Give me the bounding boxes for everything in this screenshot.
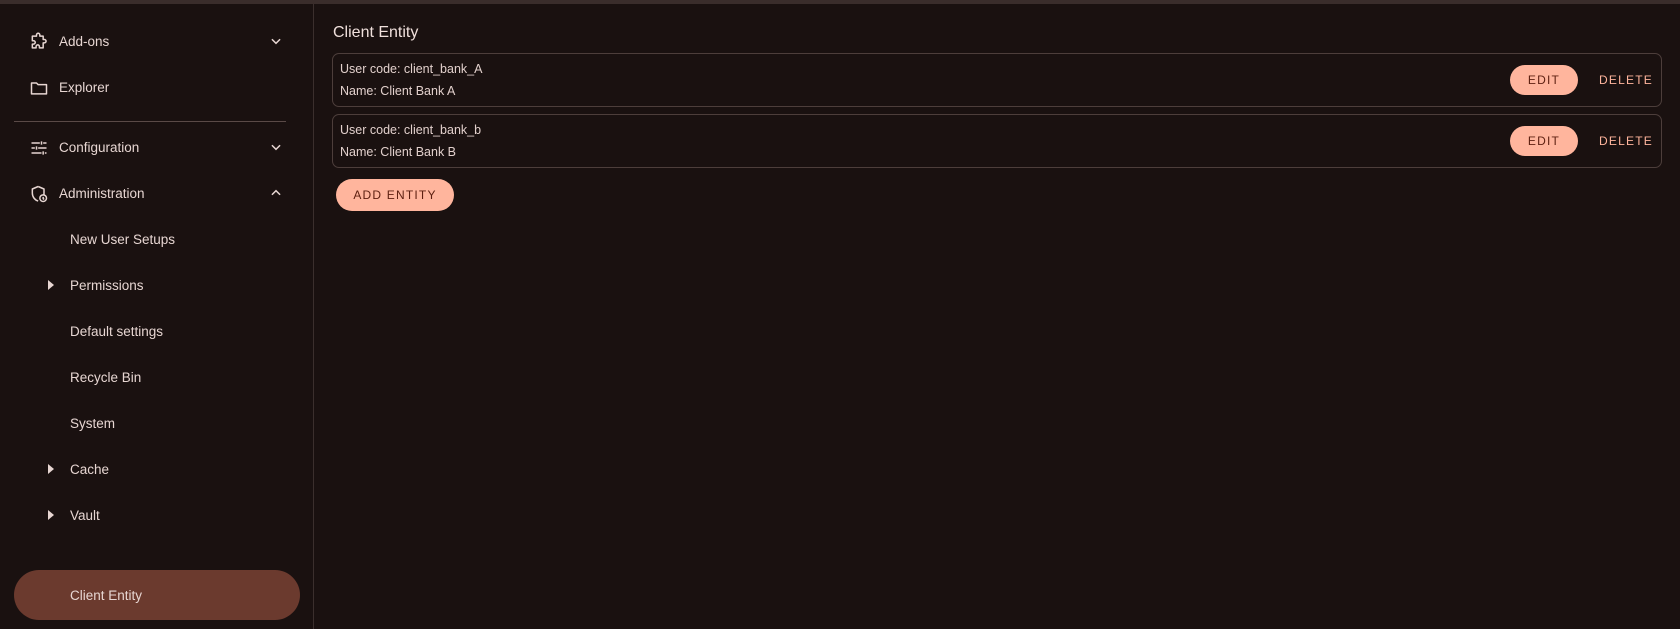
- chevron-up-icon[interactable]: [266, 183, 286, 203]
- page-title: Client Entity: [333, 24, 419, 41]
- delete-button[interactable]: DELETE: [1591, 126, 1661, 156]
- sidebar-item-new-user-setups[interactable]: New User Setups: [14, 216, 300, 262]
- sidebar-item-label: System: [70, 415, 116, 431]
- entity-user-code: User code: client_bank_A: [340, 62, 483, 76]
- sidebar-item-label: Administration: [59, 185, 145, 201]
- sidebar-item-add-ons[interactable]: Add-ons: [14, 18, 300, 64]
- sidebar-item-label: Default settings: [70, 323, 164, 339]
- entity-name: Name: Client Bank A: [340, 84, 456, 98]
- sidebar-item-administration[interactable]: Administration: [14, 170, 300, 216]
- chevron-down-icon[interactable]: [266, 137, 286, 157]
- entity-user-code: User code: client_bank_b: [340, 123, 482, 137]
- sidebar-item-label: Cache: [70, 461, 110, 477]
- caret-right-icon[interactable]: [46, 462, 56, 476]
- sidebar-item-explorer[interactable]: Explorer: [14, 64, 300, 110]
- sidebar-item-default-settings[interactable]: Default settings: [14, 308, 300, 354]
- entity-card: User code: client_bank_A Name: Client Ba…: [332, 53, 1662, 107]
- edit-button[interactable]: EDIT: [1510, 126, 1578, 156]
- sidebar-item-client-entity[interactable]: Client Entity: [14, 570, 300, 620]
- sidebar-item-label: Configuration: [59, 139, 140, 155]
- sidebar-item-system[interactable]: System: [14, 400, 300, 446]
- sidebar-item-label: Add-ons: [59, 33, 110, 49]
- sidebar: Add-ons Explorer Configuration Administr…: [0, 4, 314, 629]
- sidebar-item-label: Permissions: [70, 277, 144, 293]
- caret-right-icon[interactable]: [46, 508, 56, 522]
- sidebar-item-label: New User Setups: [70, 231, 176, 247]
- sidebar-item-recycle-bin[interactable]: Recycle Bin: [14, 354, 300, 400]
- sidebar-divider: [14, 121, 286, 122]
- add-entity-button[interactable]: ADD ENTITY: [336, 179, 454, 211]
- sidebar-item-label: Explorer: [59, 79, 110, 95]
- admin-shield-icon: [27, 182, 51, 206]
- sidebar-item-configuration[interactable]: Configuration: [14, 124, 300, 170]
- sidebar-item-cache[interactable]: Cache: [14, 446, 300, 492]
- sidebar-item-permissions[interactable]: Permissions: [14, 262, 300, 308]
- sidebar-item-label: Client Entity: [70, 587, 143, 603]
- main-content: Client Entity User code: client_bank_A N…: [315, 4, 1680, 629]
- edit-button[interactable]: EDIT: [1510, 65, 1578, 95]
- puzzle-icon: [27, 30, 51, 54]
- folder-icon: [27, 76, 51, 100]
- entity-card: User code: client_bank_b Name: Client Ba…: [332, 114, 1662, 168]
- delete-button[interactable]: DELETE: [1591, 65, 1661, 95]
- sidebar-item-vault[interactable]: Vault: [14, 492, 300, 538]
- sidebar-item-label: Recycle Bin: [70, 369, 142, 385]
- entity-name: Name: Client Bank B: [340, 145, 457, 159]
- sidebar-item-label: Vault: [70, 507, 100, 523]
- chevron-down-icon[interactable]: [266, 31, 286, 51]
- tune-icon: [27, 136, 51, 160]
- caret-right-icon[interactable]: [46, 278, 56, 292]
